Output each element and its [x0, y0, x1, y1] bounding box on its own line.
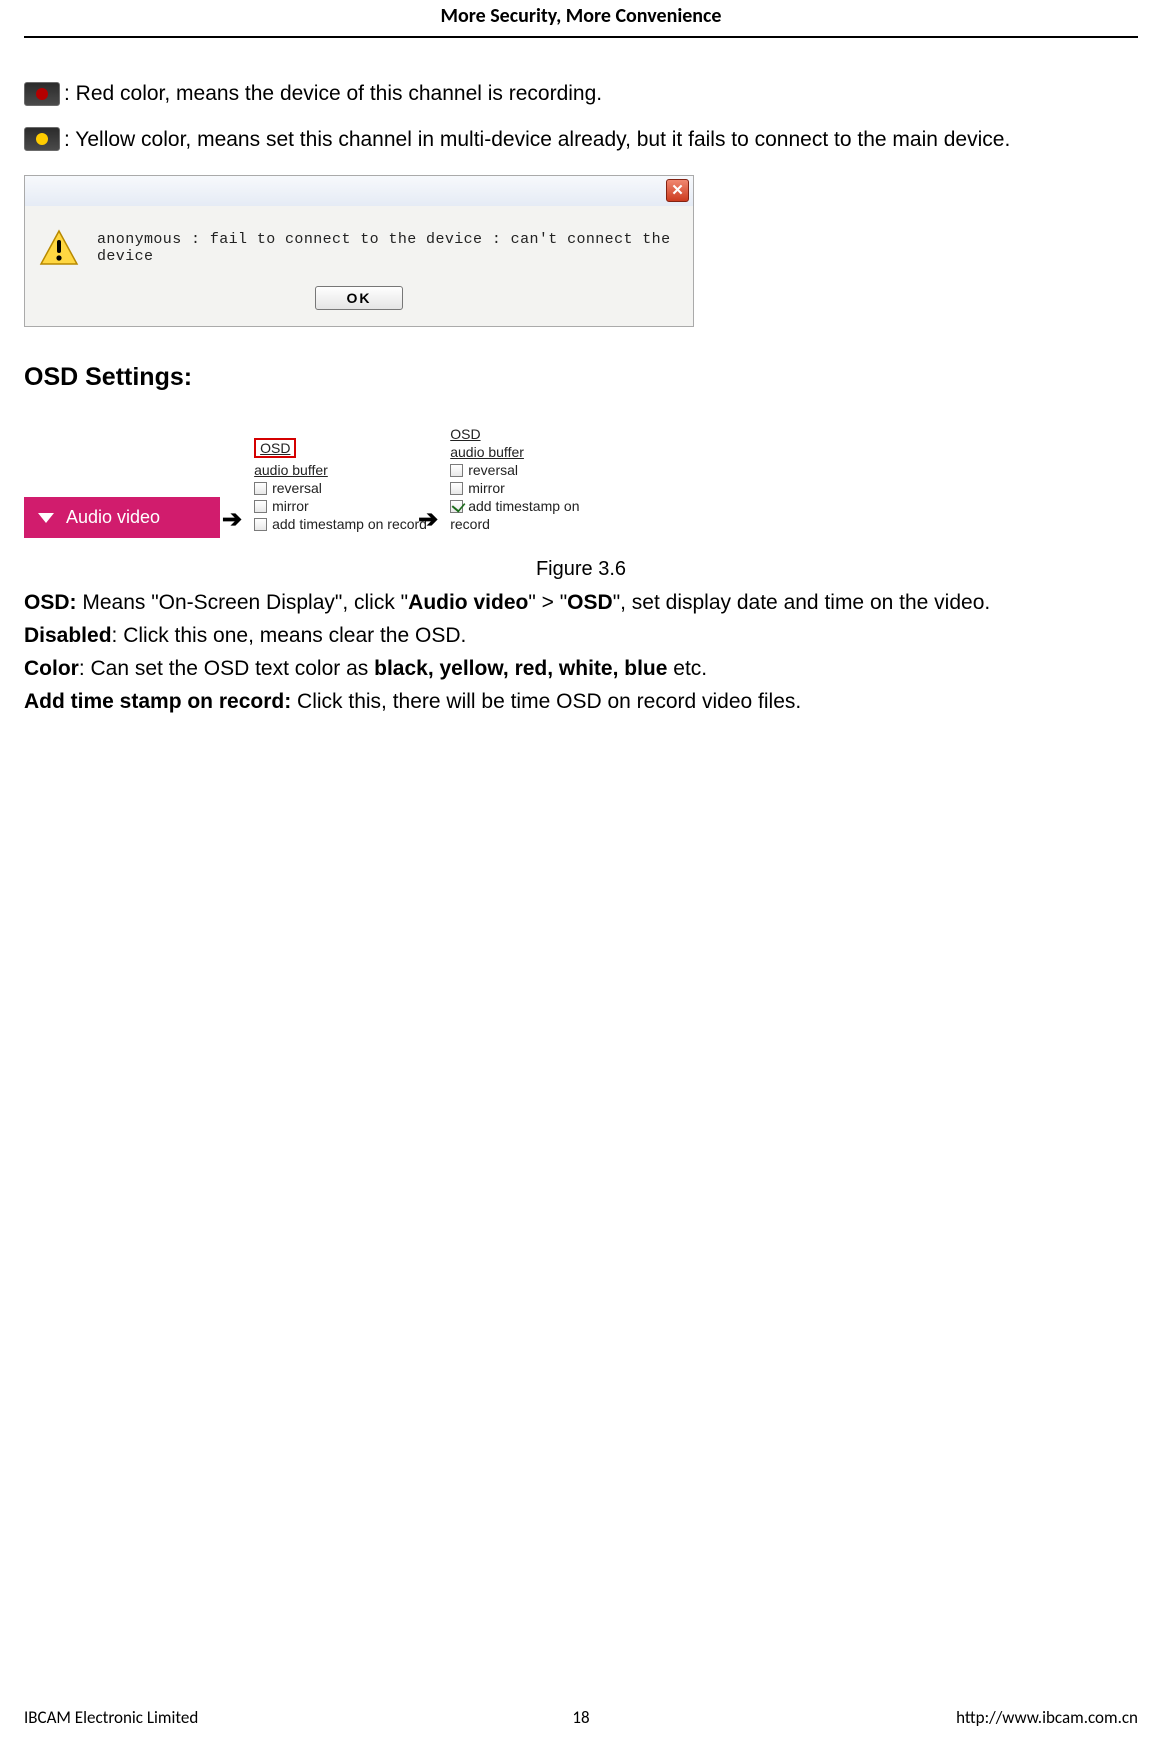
reversal-label: reversal [468, 462, 518, 478]
timestamp-checkbox-checked[interactable] [450, 500, 463, 513]
reversal-checkbox[interactable] [254, 482, 267, 495]
timestamp-label: add timestamp on record [272, 516, 427, 532]
disabled-description: Disabled: Click this one, means clear th… [24, 620, 1138, 651]
page-header-tagline: More Security, More Convenience [24, 0, 1138, 38]
arrow-icon: ➔ [416, 505, 440, 538]
figure-caption: Figure 3.6 [24, 558, 1138, 581]
timestamp-description: Add time stamp on record: Click this, th… [24, 686, 1138, 717]
osd-description: OSD: Means "On-Screen Display", click "A… [24, 587, 1138, 618]
dialog-titlebar: ✕ [25, 176, 693, 206]
legend-red-line: : Red color, means the device of this ch… [24, 78, 1138, 110]
dialog-message: anonymous : fail to connect to the devic… [97, 231, 679, 265]
red-status-icon [24, 82, 60, 106]
timestamp-label-line1: add timestamp on [468, 498, 579, 514]
mirror-checkbox[interactable] [254, 500, 267, 513]
color-description: Color: Can set the OSD text color as bla… [24, 653, 1138, 684]
osd-link[interactable]: OSD [450, 426, 480, 442]
osd-panel-before: OSD audio buffer reversal mirror add tim… [244, 428, 416, 538]
audio-buffer-link[interactable]: audio buffer [254, 462, 328, 478]
footer-page-number: 18 [24, 1707, 1138, 1728]
yellow-status-icon [24, 127, 60, 151]
mirror-label: mirror [468, 480, 505, 496]
chevron-down-icon [38, 513, 54, 523]
legend-yellow-text: : Yellow color, means set this channel i… [64, 124, 1010, 156]
arrow-icon: ➔ [220, 505, 244, 538]
reversal-label: reversal [272, 480, 322, 496]
audio-buffer-link[interactable]: audio buffer [450, 444, 524, 460]
audio-video-tab[interactable]: Audio video [24, 497, 220, 538]
page-footer: IBCAM Electronic Limited 18 http://www.i… [24, 1707, 1138, 1728]
timestamp-checkbox[interactable] [254, 518, 267, 531]
mirror-checkbox[interactable] [450, 482, 463, 495]
timestamp-label-line2: record [450, 516, 490, 532]
close-button[interactable]: ✕ [666, 179, 689, 202]
ok-button[interactable]: OK [315, 286, 403, 310]
legend-yellow-line: : Yellow color, means set this channel i… [24, 124, 1138, 156]
mirror-label: mirror [272, 498, 309, 514]
osd-panel-after: OSD audio buffer reversal mirror add tim… [440, 416, 622, 538]
osd-figure-row: Audio video ➔ OSD audio buffer reversal … [24, 416, 1138, 538]
osd-settings-heading: OSD Settings: [24, 363, 1138, 392]
error-dialog: ✕ anonymous : fail to connect to the dev… [24, 175, 694, 327]
legend-red-text: : Red color, means the device of this ch… [64, 78, 602, 110]
osd-link-highlighted[interactable]: OSD [254, 438, 296, 458]
warning-icon [39, 228, 79, 268]
audio-video-tab-label: Audio video [66, 507, 160, 528]
reversal-checkbox[interactable] [450, 464, 463, 477]
